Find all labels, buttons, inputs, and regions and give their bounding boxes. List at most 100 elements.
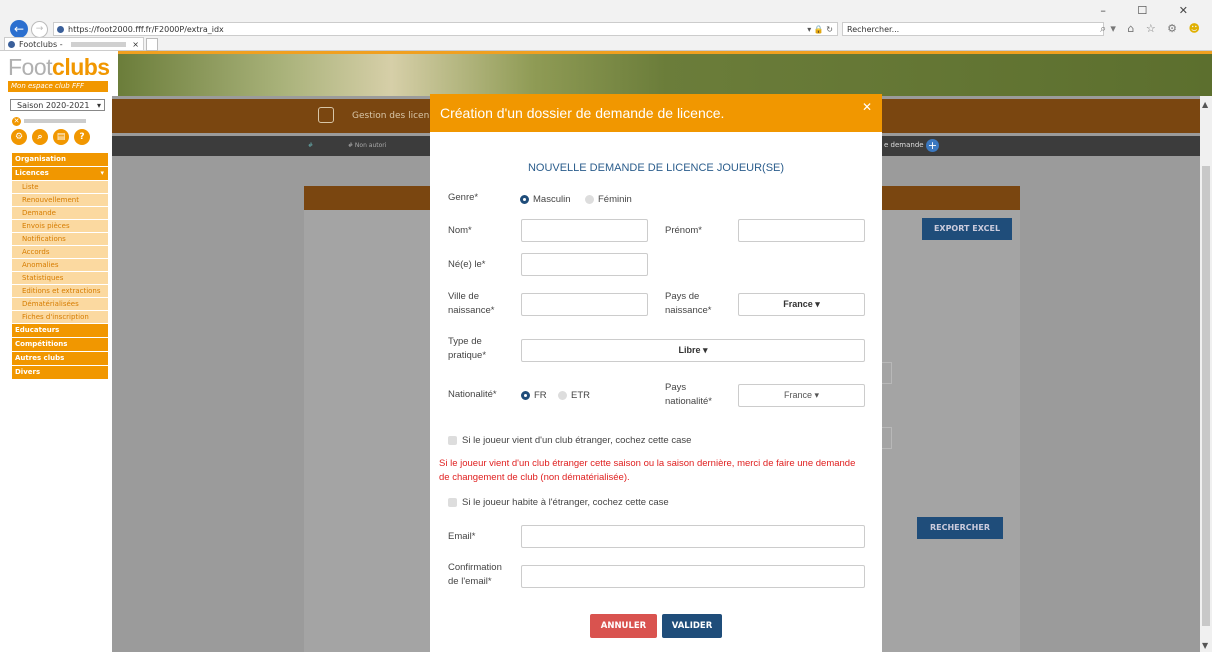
site-favicon-icon xyxy=(57,26,64,33)
close-icon[interactable]: ✕ xyxy=(862,100,872,114)
checkbox-icon xyxy=(448,435,457,445)
sidebar-subitem-anomalies[interactable]: Anomalies xyxy=(12,259,108,271)
main-title: Gestion des licen xyxy=(352,111,430,121)
smiley-icon[interactable]: ☻ xyxy=(1189,22,1204,35)
browser-tab[interactable]: Footclubs - × xyxy=(4,37,144,50)
checkbox-label: Si le joueur habite à l'étranger, cochez… xyxy=(462,497,669,508)
radio-label: FR xyxy=(534,390,547,401)
prenom-label: Prénom* xyxy=(665,225,702,236)
header-banner-image xyxy=(118,54,1212,96)
sidebar-item-licences[interactable]: Licences ▾ xyxy=(12,167,108,180)
nom-input[interactable] xyxy=(521,219,648,242)
sidebar-item-autres-clubs[interactable]: Autres clubs xyxy=(12,352,108,365)
cancel-button[interactable]: ANNULER xyxy=(590,614,657,638)
sidebar-subitem-renouvellement[interactable]: Renouvellement xyxy=(12,194,108,206)
practice-type-select[interactable]: Libre ▾ xyxy=(521,339,865,362)
sidebar: Saison 2020-2021 ▾ ✕ ⚙ ⌕ ▤? Organisation L… xyxy=(0,96,112,652)
label-line: naissance* xyxy=(665,305,712,316)
prenom-input[interactable] xyxy=(738,219,865,242)
label-line: pratique* xyxy=(448,350,487,361)
label-line: de l'email* xyxy=(448,576,492,587)
sidebar-subitem-editions[interactable]: Editions et extractions xyxy=(12,285,108,297)
lives-abroad-checkbox[interactable]: Si le joueur habite à l'étranger, cochez… xyxy=(448,497,669,509)
nav-item-non-autorise[interactable]: # Non autori xyxy=(348,142,386,149)
season-value: Saison 2020-2021 xyxy=(17,101,90,110)
sidebar-subitem-envois-pieces[interactable]: Envois pièces xyxy=(12,220,108,232)
radio-label: Féminin xyxy=(598,194,632,205)
user-info: ✕ xyxy=(12,114,102,126)
caret-down-icon: ▾ xyxy=(814,390,820,400)
close-tab-icon[interactable]: × xyxy=(132,38,139,51)
label-line: Ville de xyxy=(448,291,479,302)
birthdate-label: Né(e) le* xyxy=(448,259,486,270)
nationality-label: Nationalité* xyxy=(448,389,497,400)
genre-female-radio[interactable]: Féminin xyxy=(585,194,632,206)
radio-checked-icon xyxy=(521,390,530,400)
sidebar-subitem-dematerialisees[interactable]: Dématérialisées xyxy=(12,298,108,310)
nav-item-demande[interactable]: e demande xyxy=(884,141,924,149)
sidebar-subitem-notifications[interactable]: Notifications xyxy=(12,233,108,245)
scroll-down-icon[interactable]: ▼ xyxy=(1202,641,1208,650)
tab-title: Footclubs - xyxy=(19,40,63,49)
search-placeholder: Rechercher... xyxy=(847,25,900,34)
nationality-fr-radio[interactable]: FR xyxy=(521,390,547,402)
browser-toolbar-icons[interactable]: ⌕▾ ⌂ ☆ ⚙ ☻ xyxy=(1100,22,1204,36)
browser-chrome: ← → https://foot2000.fff.fr/F2000P/extra… xyxy=(0,0,1212,51)
foreign-club-checkbox[interactable]: Si le joueur vient d'un club étranger, c… xyxy=(448,435,691,447)
genre-male-radio[interactable]: Masculin xyxy=(520,194,571,206)
address-bar[interactable]: https://foot2000.fff.fr/F2000P/extra_idx… xyxy=(53,22,838,36)
sidebar-subitem-fiches[interactable]: Fiches d'inscription xyxy=(12,311,108,323)
nav-item-redacted[interactable]: # xyxy=(308,142,313,149)
radio-unchecked-icon xyxy=(585,194,594,204)
nationality-country-select[interactable]: France ▾ xyxy=(738,384,865,407)
label-line: Pays xyxy=(665,382,687,393)
sidebar-subitem-statistiques[interactable]: Statistiques xyxy=(12,272,108,284)
sidebar-subitem-accords[interactable]: Accords xyxy=(12,246,108,258)
footclubs-logo[interactable]: Footclubs Mon espace club FFF xyxy=(8,54,110,95)
submit-button[interactable]: VALIDER xyxy=(662,614,722,638)
help-icon[interactable]: ? xyxy=(74,129,90,145)
search-button[interactable]: RECHERCHER xyxy=(917,517,1003,539)
export-excel-button[interactable]: EXPORT EXCEL xyxy=(922,218,1012,240)
select-value: France xyxy=(783,299,813,309)
label-line: nationalité* xyxy=(665,396,713,407)
search-icon[interactable]: ⌕ xyxy=(32,129,48,145)
email-label: Email* xyxy=(448,531,476,542)
season-select[interactable]: Saison 2020-2021 ▾ xyxy=(10,99,105,111)
browser-search-input[interactable]: Rechercher... xyxy=(842,22,1104,36)
sidebar-subitem-demande[interactable]: Demande xyxy=(12,207,108,219)
practice-type-label: Type de pratique* xyxy=(448,335,486,363)
forward-arrow-icon[interactable]: → xyxy=(31,21,48,38)
back-arrow-icon[interactable]: ← xyxy=(10,20,28,38)
settings-icon[interactable]: ⚙ xyxy=(11,129,27,145)
add-icon[interactable]: + xyxy=(926,139,939,152)
chevron-down-icon: ▾ xyxy=(96,101,101,110)
page-scrollbar[interactable]: ▲ ▼ xyxy=(1200,96,1212,652)
email-field[interactable] xyxy=(521,525,865,548)
birthdate-input[interactable] xyxy=(521,253,648,276)
site-header: Footclubs Mon espace club FFF xyxy=(0,51,1212,96)
sidebar-item-educateurs[interactable]: Educateurs xyxy=(12,324,108,337)
sidebar-subitem-liste[interactable]: Liste xyxy=(12,181,108,193)
sidebar-item-divers[interactable]: Divers xyxy=(12,366,108,379)
scroll-up-icon[interactable]: ▲ xyxy=(1202,100,1208,109)
scrollbar-thumb[interactable] xyxy=(1202,166,1210,626)
lock-refresh-icon[interactable]: ▾ 🔒 ↻ xyxy=(807,23,833,37)
nationality-etr-radio[interactable]: ETR xyxy=(558,390,590,402)
logout-icon[interactable]: ✕ xyxy=(12,116,21,126)
logo-foot-text: Foot xyxy=(8,54,53,80)
sidebar-item-organisation[interactable]: Organisation xyxy=(12,153,108,166)
document-icon[interactable]: ▤ xyxy=(53,129,69,145)
new-tab-button[interactable] xyxy=(146,38,158,51)
label-line: naissance* xyxy=(448,305,495,316)
birth-country-label: Pays de naissance* xyxy=(665,290,711,318)
select-value: France xyxy=(783,390,812,400)
birth-country-select[interactable]: France ▾ xyxy=(738,293,865,316)
window-controls[interactable]: – ☐ ✕ xyxy=(1100,4,1202,17)
email-confirm-field[interactable] xyxy=(521,565,865,588)
sidebar-item-label: Organisation xyxy=(15,155,66,163)
label-line: Confirmation xyxy=(448,562,502,573)
birth-city-input[interactable] xyxy=(521,293,648,316)
nationality-country-label: Pays nationalité* xyxy=(665,381,712,409)
sidebar-item-competitions[interactable]: Compétitions xyxy=(12,338,108,351)
